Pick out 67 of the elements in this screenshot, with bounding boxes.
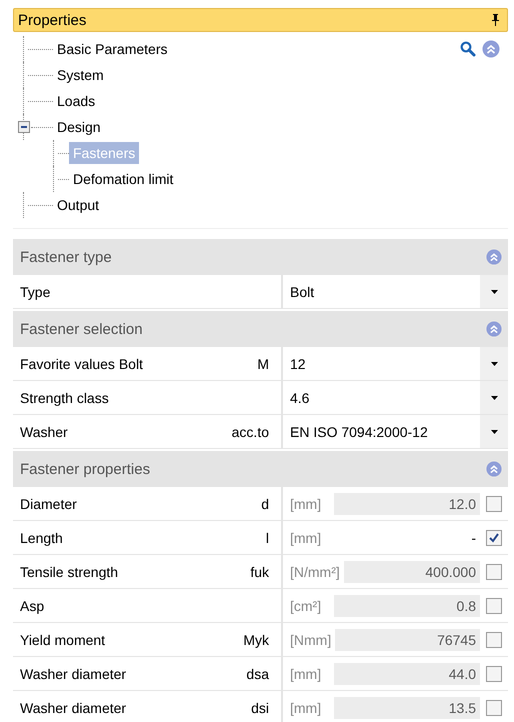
- property-label: Favorite values Bolt: [20, 356, 143, 372]
- property-symbol: dsi: [251, 700, 269, 716]
- property-symbol: Myk: [243, 632, 269, 648]
- property-label: Yield moment: [20, 632, 106, 648]
- collapse-icon[interactable]: [486, 249, 502, 265]
- property-label: Diameter: [20, 496, 77, 512]
- value-field[interactable]: 12.0: [334, 492, 480, 514]
- section-header[interactable]: Fastener type: [13, 239, 508, 275]
- property-symbol: M: [257, 356, 269, 372]
- property-label: Strength class: [20, 390, 109, 406]
- caret-icon: [490, 396, 498, 400]
- unit-label: [mm]: [290, 700, 322, 716]
- section-title: Fastener selection: [20, 320, 143, 338]
- property-label: Tensile strength: [20, 564, 118, 580]
- caret-icon: [490, 290, 498, 294]
- unit-label: [Nmm]: [290, 632, 332, 648]
- panel-title: Properties: [18, 12, 86, 28]
- checkbox[interactable]: [486, 632, 502, 648]
- property-symbol: acc.to: [232, 424, 269, 440]
- checkbox[interactable]: [486, 666, 502, 682]
- property-label: Length: [20, 530, 63, 546]
- property-label: Type: [20, 284, 50, 300]
- property-label: Washer: [20, 424, 68, 440]
- collapse-icon[interactable]: [486, 321, 502, 337]
- tree-item[interactable]: Design: [53, 116, 105, 138]
- tree-item[interactable]: Output: [53, 194, 104, 216]
- value-field[interactable]: 76745: [335, 628, 480, 650]
- checkbox[interactable]: [486, 496, 502, 512]
- property-symbol: dsa: [246, 666, 269, 682]
- property-symbol: l: [266, 530, 269, 546]
- tree-item[interactable]: Defomation limit: [69, 168, 178, 190]
- tree-item[interactable]: Loads: [53, 90, 100, 112]
- pin-icon[interactable]: [491, 14, 500, 26]
- unit-label: [N/mm²]: [290, 564, 340, 580]
- collapse-all-icon[interactable]: [482, 40, 500, 58]
- property-label: Asp: [20, 598, 44, 614]
- checkbox[interactable]: [486, 564, 502, 580]
- section-header[interactable]: Fastener selection: [13, 311, 508, 347]
- value-field[interactable]: 13.5: [334, 696, 480, 718]
- value-field[interactable]: 0.8: [334, 594, 480, 616]
- section-header[interactable]: Fastener properties: [13, 451, 508, 487]
- value-field[interactable]: 44.0: [334, 662, 480, 684]
- dropdown-field[interactable]: Bolt: [283, 275, 508, 308]
- checkbox[interactable]: [486, 598, 502, 614]
- tree-item[interactable]: Basic Parameters: [53, 38, 172, 60]
- collapse-icon[interactable]: [486, 461, 502, 477]
- dropdown-field[interactable]: 12: [283, 347, 508, 380]
- property-symbol: fuk: [250, 564, 269, 580]
- unit-label: [cm²]: [290, 598, 322, 614]
- section-title: Fastener properties: [20, 460, 150, 478]
- checkbox[interactable]: [486, 530, 502, 546]
- unit-label: [mm]: [290, 666, 322, 682]
- property-label: Washer diameter: [20, 700, 126, 716]
- collapse-toggle-icon[interactable]: [18, 121, 30, 133]
- value-field[interactable]: 400.000: [344, 560, 480, 582]
- unit-label: [mm]: [290, 496, 322, 512]
- dropdown-field[interactable]: EN ISO 7094:2000-12: [283, 415, 508, 448]
- dropdown-field[interactable]: 4.6: [283, 381, 508, 414]
- unit-label: [mm]: [290, 530, 322, 546]
- search-icon[interactable]: [460, 41, 476, 57]
- caret-icon: [490, 430, 498, 434]
- tree-item[interactable]: System: [53, 64, 108, 86]
- section-title: Fastener type: [20, 248, 112, 266]
- checkbox[interactable]: [486, 700, 502, 716]
- caret-icon: [490, 362, 498, 366]
- property-label: Washer diameter: [20, 666, 126, 682]
- property-symbol: d: [261, 496, 269, 512]
